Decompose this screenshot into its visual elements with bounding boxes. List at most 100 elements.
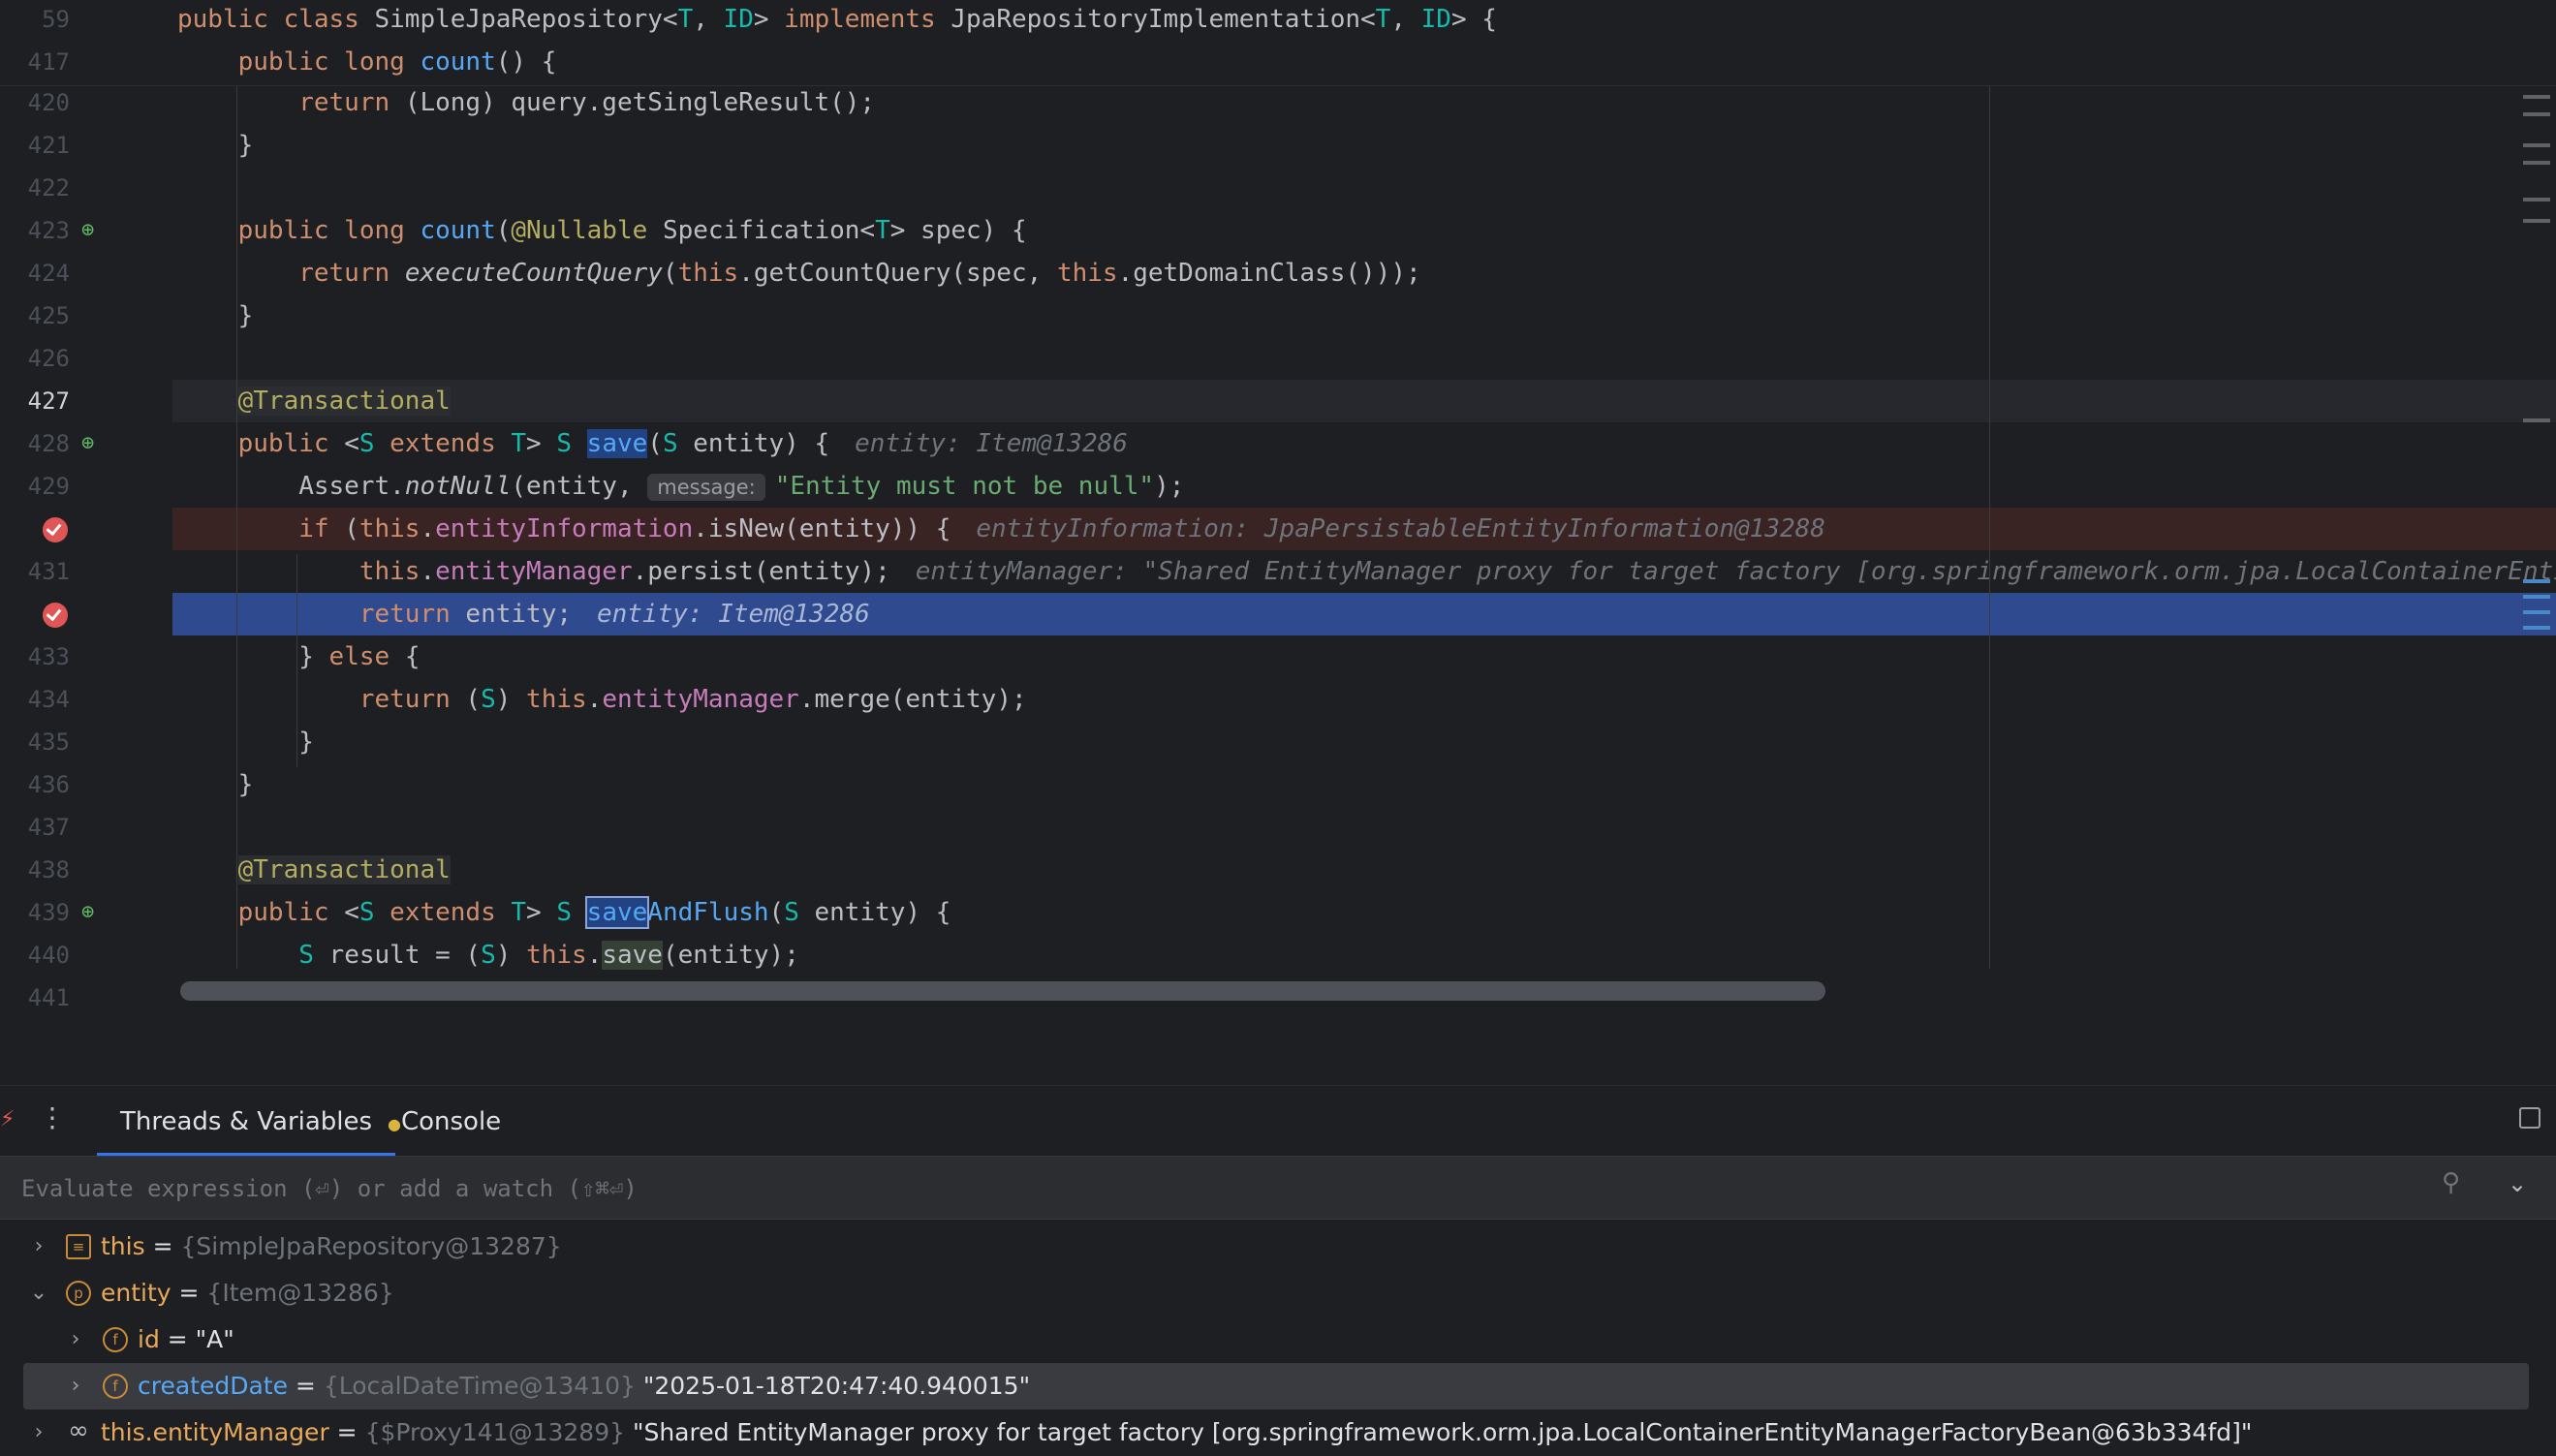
code-line[interactable]: 417 public long count() { [0,41,2556,83]
code-text[interactable]: Assert.notNull(entity, message: "Entity m… [177,465,1184,509]
chevron-right-icon[interactable]: › [64,1363,87,1410]
code-line[interactable]: 434 return (S) this.entityManager.merge(… [0,678,2556,721]
code-line[interactable]: 59 public class SimpleJpaRepository<T, ID… [0,0,2556,41]
code-text[interactable]: @Transactional [177,380,451,422]
evaluate-expression-input[interactable] [19,1168,2387,1209]
code-token: () { [495,47,557,77]
line-number[interactable]: 422 [0,167,70,209]
code-line[interactable]: if (this.entityInformation.isNew(entity)… [0,508,2556,550]
code-token: ( [344,514,359,543]
code-text[interactable]: } [177,763,254,806]
chevron-down-icon[interactable]: ⌄ [2508,1170,2527,1197]
code-line[interactable]: 425 } [0,294,2556,337]
code-line[interactable]: 437 [0,806,2556,849]
code-line[interactable]: 422 [0,167,2556,209]
code-line[interactable]: 427 @Transactional [0,380,2556,422]
code-text[interactable]: } else { [177,635,420,678]
line-number[interactable]: 441 [0,976,70,1007]
code-line[interactable]: 421 } [0,124,2556,167]
code-line[interactable]: 436 } [0,763,2556,806]
code-line[interactable]: 435 } [0,721,2556,763]
variable-row[interactable]: › ∞ this.entityManager = {$Proxy141@13289}… [0,1410,2556,1456]
code-token: ) [495,941,527,970]
sticky-scroll-header[interactable]: 59 public class SimpleJpaRepository<T, ID… [0,0,2556,86]
tab-threads-variables[interactable]: Threads & Variables [97,1086,396,1156]
code-line[interactable]: 428 ⊕ public <S extends T> S save(S entit… [0,422,2556,465]
variable-text: this.entityManager = {$Proxy141@13289} "… [101,1410,2252,1456]
line-number[interactable]: 434 [0,678,70,721]
implements-method-icon[interactable]: ⊕ [81,900,107,925]
code-line[interactable]: 438 @Transactional [0,849,2556,891]
line-number[interactable]: 439 [0,891,70,934]
scroll-marker [2523,610,2550,614]
line-number[interactable]: 435 [0,721,70,763]
line-number[interactable]: 417 [0,41,70,83]
variable-row[interactable]: › ≡ this = {SimpleJpaRepository@13287} [0,1224,2556,1270]
code-editor[interactable]: 59 public class SimpleJpaRepository<T, ID… [0,0,2556,1007]
line-number[interactable]: 437 [0,806,70,849]
code-text[interactable]: public long count() { [177,41,557,83]
more-options-icon[interactable]: ⋮ [39,1101,66,1133]
code-text[interactable]: } [177,294,254,337]
code-line[interactable]: 424 return executeCountQuery(this.getCou… [0,252,2556,294]
code-line[interactable]: 439 ⊕ public <S extends T> S saveAndFlush… [0,891,2556,934]
code-text[interactable]: public long count(@Nullable Specificatio… [177,209,1027,252]
line-number[interactable]: 436 [0,763,70,806]
variable-value: "A" [195,1325,234,1353]
code-text[interactable]: return entity; entity: Item@13286 [177,593,870,635]
code-text[interactable]: return (S) this.entityManager.merge(enti… [177,678,1027,721]
line-number[interactable]: 438 [0,849,70,891]
breakpoint-icon[interactable] [43,603,68,628]
line-number[interactable]: 425 [0,294,70,337]
line-number[interactable]: 423 [0,209,70,252]
code-line[interactable]: 440 S result = (S) this.save(entity); [0,934,2556,976]
code-text[interactable]: return (Long) query.getSingleResult(); [177,81,875,124]
breakpoint-icon[interactable] [43,517,68,542]
line-number[interactable]: 420 [0,81,70,124]
line-number[interactable]: 428 [0,422,70,465]
variable-name: id [138,1325,160,1353]
line-number[interactable]: 421 [0,124,70,167]
code-line[interactable]: 433 } else { [0,635,2556,678]
code-line[interactable]: 420 return (Long) query.getSingleResult(… [0,81,2556,124]
line-number[interactable]: 440 [0,934,70,976]
code-line[interactable]: 426 [0,337,2556,380]
code-line[interactable]: 423 ⊕ public long count(@Nullable Specifi… [0,209,2556,252]
chevron-right-icon[interactable]: › [27,1224,50,1270]
horizontal-scrollbar[interactable] [180,981,1825,1001]
code-text[interactable]: return executeCountQuery(this.getCountQu… [177,252,1420,294]
code-text[interactable]: S result = (S) this.save(entity); [177,934,799,976]
layout-icon[interactable] [2519,1107,2540,1129]
add-watch-icon[interactable]: ⚲ [2442,1168,2460,1197]
chevron-down-icon[interactable]: ⌄ [27,1270,50,1317]
chevron-right-icon[interactable]: › [27,1410,50,1456]
line-number[interactable]: 424 [0,252,70,294]
line-number[interactable]: 429 [0,465,70,508]
code-line[interactable]: return entity; entity: Item@13286 [0,593,2556,635]
line-number[interactable]: 426 [0,337,70,380]
chevron-right-icon[interactable]: › [64,1317,87,1363]
code-text[interactable]: } [177,124,254,167]
line-number[interactable]: 59 [0,0,70,41]
implements-method-icon[interactable]: ⊕ [81,431,107,456]
code-text[interactable]: public <S extends T> S saveAndFlush(S en… [177,891,951,934]
code-line[interactable]: 431 this.entityManager.persist(entity); e… [0,550,2556,593]
line-number[interactable]: 427 [0,380,70,422]
line-number[interactable]: 431 [0,550,70,593]
code-text[interactable]: public class SimpleJpaRepository<T, ID> … [177,0,1497,41]
variable-text: entity = {Item@13286} [101,1270,394,1317]
code-text[interactable]: if (this.entityInformation.isNew(entity)… [177,508,1825,550]
code-line[interactable]: 429 Assert.notNull(entity, message: "Enti… [0,465,2556,508]
code-text[interactable]: } [177,721,314,763]
tab-console[interactable]: ●Console [388,1086,501,1156]
variable-row[interactable]: ⌄ p entity = {Item@13286} [0,1270,2556,1317]
variable-row[interactable]: › f createdDate = {LocalDateTime@13410} "2… [23,1363,2529,1410]
code-text[interactable]: @Transactional [177,849,451,891]
line-number[interactable]: 433 [0,635,70,678]
code-token: } [177,301,254,330]
implements-method-icon[interactable]: ⊕ [81,218,107,243]
code-token: ID [1420,5,1451,34]
code-text[interactable]: public <S extends T> S save(S entity) {e… [177,422,1128,465]
code-text[interactable]: this.entityManager.persist(entity); entit… [177,550,2556,593]
variable-row[interactable]: › f id = "A" [0,1317,2556,1363]
